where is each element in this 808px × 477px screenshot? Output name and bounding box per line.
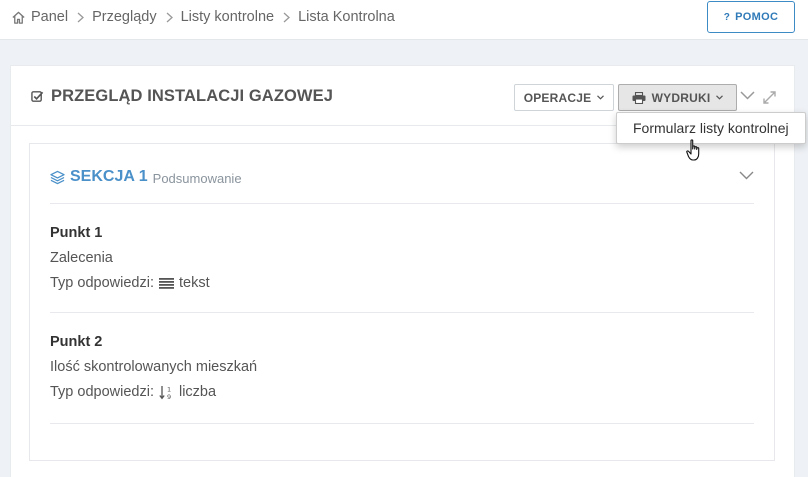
operations-button[interactable]: OPERACJE (514, 84, 614, 111)
item-title: Punkt 2 (50, 334, 103, 350)
answer-type-value: tekst (178, 275, 210, 291)
list-item: Punkt 2 Ilość skontrolowanych mieszkań T… (50, 313, 754, 424)
breadcrumb-label: Listy kontrolne (180, 9, 275, 25)
prints-button[interactable]: WYDRUKI (618, 84, 737, 111)
section-subtitle: Podsumowanie (152, 170, 242, 186)
answer-type-value: liczba (178, 384, 217, 400)
list-item: Punkt 1 Zalecenia Typ odpowiedzi: tekst (50, 204, 754, 313)
text-lines-icon (158, 277, 174, 289)
expand-icon[interactable] (763, 91, 776, 104)
top-bar: Panel Przeglądy Listy kontrolne Lista Ko… (0, 0, 808, 40)
page-title: PRZEGLĄD INSTALACJI GAZOWEJ (31, 87, 333, 106)
item-answer-type: Typ odpowiedzi: tekst (50, 275, 210, 291)
breadcrumb-label: Lista Kontrolna (298, 9, 395, 25)
section-card: SEKCJA 1 Podsumowanie Punkt 1 Zalecenia … (29, 143, 775, 461)
breadcrumb-label: Panel (31, 9, 69, 25)
breadcrumb-label: Przeglądy (92, 9, 157, 25)
section-title: SEKCJA 1 Podsumowanie (50, 168, 242, 186)
home-icon (11, 10, 26, 25)
item-title: Punkt 1 (50, 225, 103, 241)
breadcrumb-item-przeglady[interactable]: Przeglądy (92, 9, 156, 25)
question-icon: ? (723, 11, 731, 23)
item-description: Ilość skontrolowanych mieszkań (50, 359, 258, 375)
prints-dropdown-menu: Formularz listy kontrolnej (616, 112, 806, 144)
chevron-right-icon (77, 12, 85, 23)
printer-icon (632, 91, 646, 104)
chevron-right-icon (283, 12, 291, 23)
breadcrumb-item-listy-kontrolne[interactable]: Listy kontrolne (181, 9, 275, 25)
item-description: Zalecenia (50, 250, 113, 266)
page-title-text: PRZEGLĄD INSTALACJI GAZOWEJ (51, 87, 333, 105)
menu-item-checklist-form[interactable]: Formularz listy kontrolnej (633, 120, 789, 136)
svg-text:9: 9 (167, 393, 171, 400)
operations-label: OPERACJE (523, 90, 592, 105)
chevron-down-icon[interactable] (740, 91, 755, 100)
caret-down-icon (597, 95, 605, 100)
help-label: POMOC (735, 11, 779, 23)
breadcrumb: Panel Przeglądy Listy kontrolne Lista Ko… (11, 9, 395, 25)
layers-icon (50, 170, 65, 185)
answer-type-label: Typ odpowiedzi: (50, 384, 154, 400)
hand-pointer-icon (686, 139, 704, 167)
chevron-right-icon (166, 12, 173, 23)
section-name: SEKCJA 1 (70, 168, 148, 185)
answer-type-label: Typ odpowiedzi: (50, 275, 154, 291)
prints-label: WYDRUKI (651, 90, 711, 105)
item-answer-type: Typ odpowiedzi: 19 liczba (50, 384, 216, 400)
help-button[interactable]: ? POMOC (707, 1, 795, 33)
caret-down-icon (716, 95, 724, 100)
checkbox-checked-icon (31, 90, 44, 103)
section-header: SEKCJA 1 Podsumowanie (50, 144, 754, 204)
numeric-sort-icon: 19 (159, 385, 174, 400)
breadcrumb-item-panel[interactable]: Panel (11, 9, 68, 25)
chevron-down-icon[interactable] (739, 171, 754, 180)
breadcrumb-item-current: Lista Kontrolna (298, 9, 395, 25)
